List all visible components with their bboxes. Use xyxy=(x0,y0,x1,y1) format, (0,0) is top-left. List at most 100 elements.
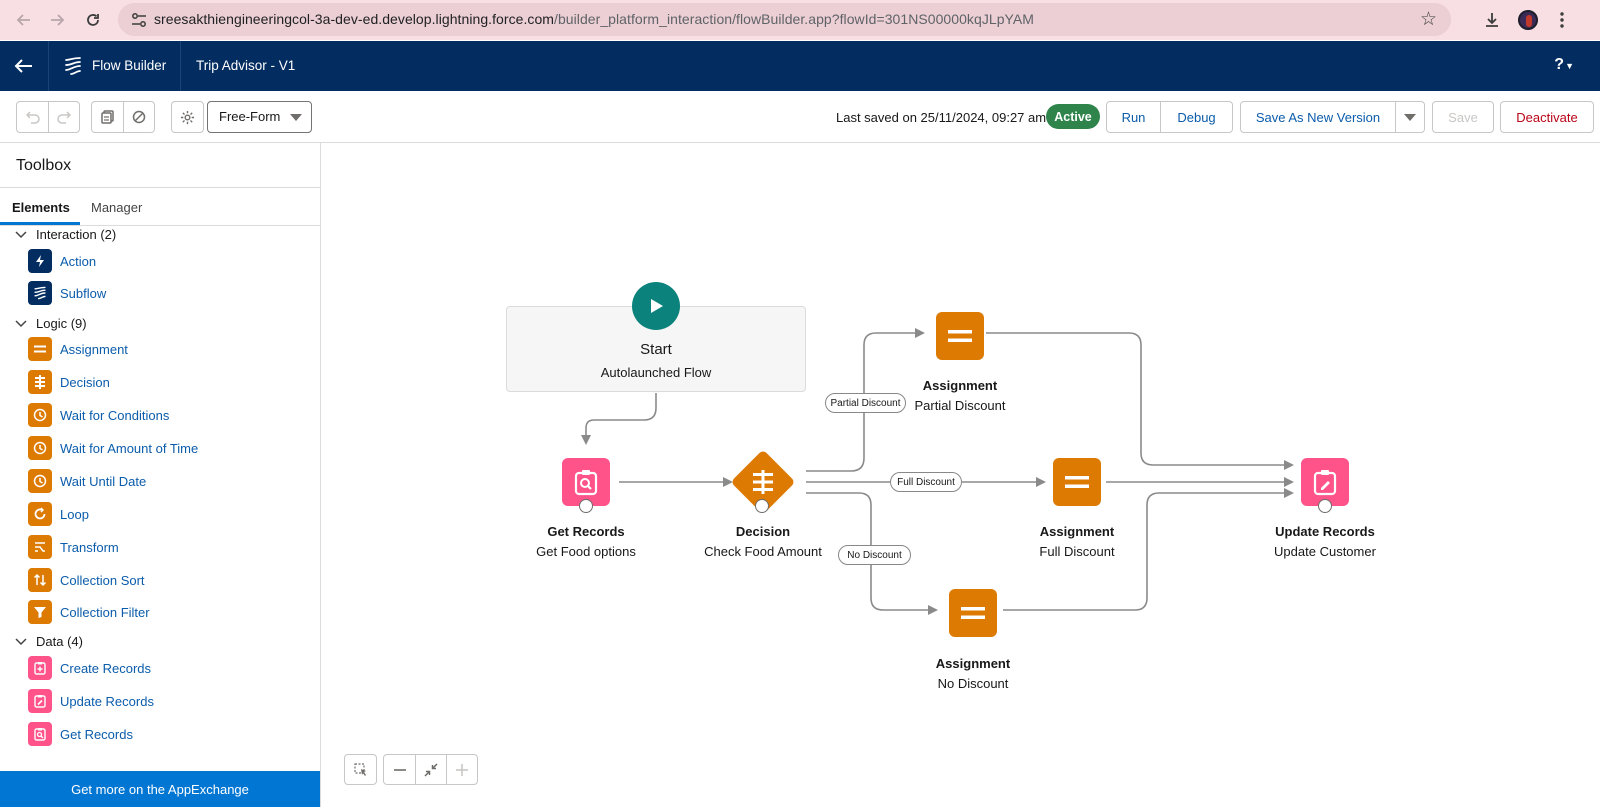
copy-disable-group xyxy=(91,101,155,133)
loop-icon xyxy=(28,502,52,526)
outcome-no-discount[interactable]: No Discount xyxy=(838,545,911,565)
assignment-partial-node[interactable] xyxy=(936,312,984,360)
assignment-icon xyxy=(28,337,52,361)
back-arrow-icon[interactable] xyxy=(10,53,38,79)
flow-canvas[interactable]: Start Autolaunched Flow Get Records Get … xyxy=(321,143,1600,807)
settings-group xyxy=(171,101,204,133)
decision-icon xyxy=(28,370,52,394)
record-lookup-icon xyxy=(28,722,52,746)
connector-port[interactable] xyxy=(579,499,593,513)
browser-forward-icon[interactable] xyxy=(42,5,72,35)
toolbox-tabs: Elements Manager xyxy=(0,188,320,226)
assignment-none-type-label: Assignment xyxy=(935,656,1011,671)
flow-builder-icon xyxy=(65,57,81,75)
chevron-down-icon xyxy=(15,637,27,645)
marquee-select-icon[interactable] xyxy=(345,755,376,784)
last-saved-text: Last saved on 25/11/2024, 09:27 am xyxy=(836,110,1047,125)
run-button[interactable]: Run xyxy=(1106,101,1161,133)
toolbox-item-collection-filter[interactable]: Collection Filter xyxy=(28,600,150,624)
update-records-label: Update Customer xyxy=(1274,544,1376,559)
help-icon[interactable]: ? xyxy=(1554,56,1564,74)
assignment-none-label: No Discount xyxy=(937,676,1009,691)
sort-icon xyxy=(28,568,52,592)
address-bar[interactable]: sreesakthiengineeringcol-3a-dev-ed.devel… xyxy=(118,3,1451,36)
gear-icon[interactable] xyxy=(172,102,203,132)
clock-icon xyxy=(28,436,52,460)
transform-icon xyxy=(28,535,52,559)
app-name: Flow Builder xyxy=(92,58,167,73)
assignment-full-node[interactable] xyxy=(1053,458,1101,506)
browser-reload-icon[interactable] xyxy=(78,5,108,35)
filter-icon xyxy=(28,600,52,624)
toolbox-item-wait-for-conditions[interactable]: Wait for Conditions xyxy=(28,403,169,427)
appexchange-link[interactable]: Get more on the AppExchange xyxy=(0,771,320,807)
start-subtitle: Autolaunched Flow xyxy=(600,365,712,380)
status-badge: Active xyxy=(1046,104,1100,129)
section-logic[interactable]: Logic (9) xyxy=(14,316,87,331)
download-icon[interactable] xyxy=(1477,5,1507,35)
profile-avatar[interactable] xyxy=(1513,5,1543,35)
tab-manager[interactable]: Manager xyxy=(91,200,142,215)
assignment-full-label: Full Discount xyxy=(1039,544,1115,559)
chevron-down-icon xyxy=(290,114,302,121)
start-title: Start xyxy=(640,341,672,358)
chevron-down-icon[interactable]: ▼ xyxy=(1565,61,1574,71)
save-button[interactable]: Save xyxy=(1432,101,1494,133)
debug-button[interactable]: Debug xyxy=(1160,101,1233,133)
assignment-none-node[interactable] xyxy=(949,589,997,637)
deactivate-button[interactable]: Deactivate xyxy=(1500,101,1594,133)
toolbox-item-subflow[interactable]: Subflow xyxy=(28,281,106,305)
undo-icon[interactable] xyxy=(17,102,48,132)
toolbox-item-action[interactable]: Action xyxy=(28,249,96,273)
toolbox-title: Toolbox xyxy=(16,157,72,174)
browser-menu-icon[interactable] xyxy=(1547,5,1577,35)
browser-chrome: sreesakthiengineeringcol-3a-dev-ed.devel… xyxy=(0,0,1600,40)
toolbox-item-wait-until-date[interactable]: Wait Until Date xyxy=(28,469,146,493)
section-data[interactable]: Data (4) xyxy=(14,634,83,649)
url-text: sreesakthiengineeringcol-3a-dev-ed.devel… xyxy=(154,11,1034,27)
zoom-controls xyxy=(383,754,478,785)
decision-type-label: Decision xyxy=(735,524,791,539)
site-info-icon[interactable] xyxy=(130,11,148,29)
connector-port[interactable] xyxy=(755,499,769,513)
flow-builder-header: Flow Builder Trip Advisor - V1 ? ▼ xyxy=(0,41,1600,91)
toolbox-item-decision[interactable]: Decision xyxy=(28,370,110,394)
zoom-out-icon[interactable] xyxy=(384,755,415,784)
get-records-type-label: Get Records xyxy=(547,524,625,539)
toolbar: Free-Form Last saved on 25/11/2024, 09:2… xyxy=(0,91,1600,143)
record-create-icon xyxy=(28,656,52,680)
browser-back-icon[interactable] xyxy=(9,5,39,35)
toolbox-item-get-records[interactable]: Get Records xyxy=(28,722,133,746)
connector-port[interactable] xyxy=(1318,499,1332,513)
get-records-label: Get Food options xyxy=(536,544,636,559)
save-options-dropdown[interactable] xyxy=(1395,101,1425,133)
copy-icon[interactable] xyxy=(92,102,123,132)
canvas-mode-select[interactable]: Free-Form xyxy=(207,101,312,133)
outcome-partial-discount[interactable]: Partial Discount xyxy=(825,393,906,413)
chevron-down-icon xyxy=(15,230,27,238)
redo-icon[interactable] xyxy=(48,102,79,132)
record-update-icon xyxy=(28,689,52,713)
chevron-down-icon xyxy=(1404,113,1416,121)
toolbox-item-transform[interactable]: Transform xyxy=(28,535,119,559)
save-as-new-version-button[interactable]: Save As New Version xyxy=(1240,101,1396,133)
fit-to-view-icon[interactable] xyxy=(415,755,446,784)
clock-icon xyxy=(28,403,52,427)
bookmark-star-icon[interactable]: ☆ xyxy=(1420,8,1437,31)
section-interaction[interactable]: Interaction (2) xyxy=(14,227,116,242)
toolbox-item-wait-for-amount-of-time[interactable]: Wait for Amount of Time xyxy=(28,436,198,460)
subflow-icon xyxy=(28,281,52,305)
zoom-in-icon[interactable] xyxy=(446,755,477,784)
toolbox-item-update-records[interactable]: Update Records xyxy=(28,689,154,713)
outcome-full-discount[interactable]: Full Discount xyxy=(890,472,962,492)
toolbox-item-assignment[interactable]: Assignment xyxy=(28,337,128,361)
toolbox-item-collection-sort[interactable]: Collection Sort xyxy=(28,568,145,592)
block-icon[interactable] xyxy=(123,102,154,132)
toolbox-panel: Toolbox Elements Manager Interaction (2)… xyxy=(0,143,321,807)
toolbox-item-loop[interactable]: Loop xyxy=(28,502,89,526)
update-records-type-label: Update Records xyxy=(1275,524,1375,539)
tab-elements[interactable]: Elements xyxy=(12,200,70,215)
toolbox-item-create-records[interactable]: Create Records xyxy=(28,656,151,680)
play-icon[interactable] xyxy=(632,282,680,330)
lightning-icon xyxy=(28,249,52,273)
